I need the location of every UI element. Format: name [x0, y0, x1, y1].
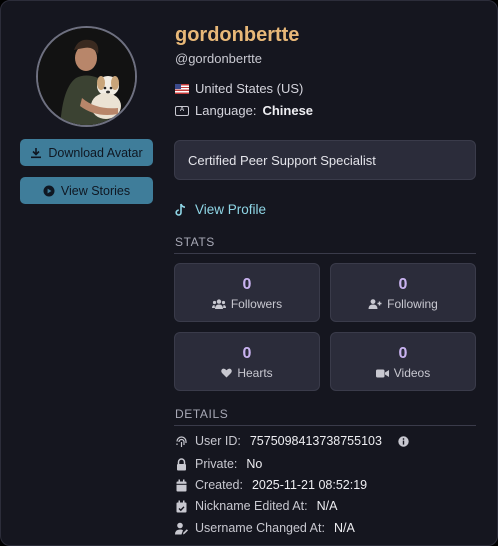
language-row: A Language: Chinese: [175, 103, 313, 118]
detail-user-id: User ID: 7575098413738755103: [175, 434, 409, 448]
private-label: Private:: [195, 457, 238, 471]
stats-divider: [174, 253, 476, 254]
details-divider: [174, 425, 476, 426]
display-name: gordonbertte: [175, 24, 300, 46]
hearts-label: Hearts: [237, 366, 273, 380]
stat-hearts: 0 Hearts: [174, 332, 320, 391]
private-value: No: [246, 457, 263, 471]
avatar: [36, 26, 137, 127]
detail-username-changed: Username Changed At: N/A: [175, 521, 355, 535]
calendar-icon: [176, 479, 187, 491]
hearts-count: 0: [242, 345, 252, 362]
view-profile-link[interactable]: View Profile: [175, 202, 266, 217]
username-changed-label: Username Changed At:: [195, 521, 325, 535]
bio-box: Certified Peer Support Specialist: [174, 140, 476, 180]
created-value: 2025-11-21 08:52:19: [251, 478, 368, 492]
bio-text: Certified Peer Support Specialist: [188, 153, 376, 168]
nickname-label: Nickname Edited At:: [195, 499, 308, 513]
user-edit-icon: [175, 522, 188, 534]
language-label: Language:: [195, 103, 257, 118]
followers-label: Followers: [230, 297, 283, 311]
fingerprint-icon: [176, 435, 187, 447]
view-stories-label: View Stories: [60, 183, 131, 198]
language-icon: A: [175, 105, 189, 116]
heart-icon: [221, 368, 233, 378]
created-label: Created:: [195, 478, 243, 492]
users-icon: [211, 299, 226, 309]
language-value: Chinese: [262, 103, 314, 118]
lock-icon: [177, 457, 186, 470]
nickname-value: N/A: [316, 499, 338, 513]
country-text: United States (US): [195, 81, 304, 96]
view-stories-button[interactable]: View Stories: [20, 177, 153, 204]
view-profile-label: View Profile: [195, 202, 267, 217]
stats-title: STATS: [175, 235, 215, 249]
videos-count: 0: [398, 345, 408, 362]
stat-following: 0 Following: [330, 263, 476, 322]
country-row: United States (US): [175, 81, 303, 96]
following-count: 0: [398, 276, 408, 293]
stat-videos: 0 Videos: [330, 332, 476, 391]
us-flag-icon: [175, 83, 189, 94]
calendar-check-icon: [176, 500, 187, 512]
followers-count: 0: [242, 276, 252, 293]
info-icon[interactable]: [398, 435, 409, 447]
detail-nickname-edited: Nickname Edited At: N/A: [175, 499, 337, 513]
username-changed-value: N/A: [333, 521, 355, 535]
following-label: Following: [387, 297, 438, 311]
user-id-value: 7575098413738755103: [249, 434, 382, 448]
user-id-label: User ID:: [195, 434, 241, 448]
stat-followers: 0 Followers: [174, 263, 320, 322]
detail-private: Private: No: [175, 457, 262, 471]
profile-card: Download Avatar View Stories gordonbertt…: [0, 0, 498, 546]
user-plus-icon: [368, 299, 382, 309]
videos-label: Videos: [393, 366, 431, 380]
download-icon: [31, 147, 42, 158]
download-avatar-button[interactable]: Download Avatar: [20, 139, 153, 166]
play-circle-icon: [43, 185, 55, 196]
username-handle: @gordonbertte: [175, 51, 262, 66]
video-icon: [375, 369, 389, 377]
detail-created: Created: 2025-11-21 08:52:19: [175, 478, 367, 492]
tiktok-icon: [175, 203, 186, 216]
details-title: DETAILS: [175, 407, 229, 421]
download-avatar-label: Download Avatar: [48, 145, 143, 160]
